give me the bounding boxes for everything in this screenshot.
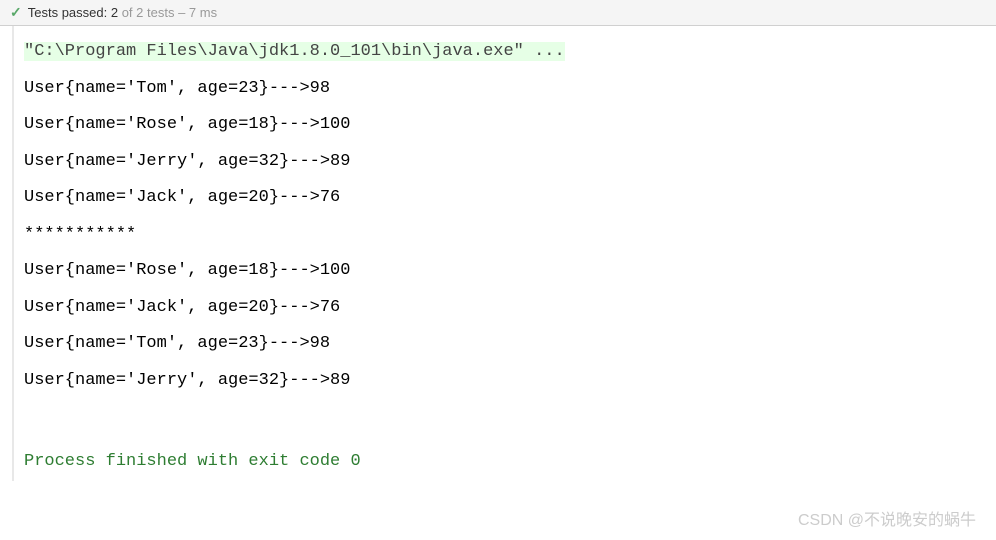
command-line-wrapper: "C:\Program Files\Java\jdk1.8.0_101\bin\… [24, 34, 996, 71]
java-command: "C:\Program Files\Java\jdk1.8.0_101\bin\… [24, 42, 565, 61]
output-line: User{name='Jerry', age=32}--->89 [24, 363, 996, 400]
process-exit-line: Process finished with exit code 0 [24, 444, 996, 481]
check-icon: ✓ [10, 4, 22, 21]
output-line: User{name='Jack', age=20}--->76 [24, 180, 996, 217]
tests-passed-prefix: Tests passed: [28, 5, 111, 20]
blank-line [24, 399, 996, 436]
output-line: User{name='Rose', age=18}--->100 [24, 253, 996, 290]
test-status-bar: ✓ Tests passed: 2 of 2 tests – 7 ms [0, 0, 996, 26]
output-line: User{name='Tom', age=23}--->98 [24, 71, 996, 108]
console-output[interactable]: "C:\Program Files\Java\jdk1.8.0_101\bin\… [12, 26, 996, 481]
output-line: User{name='Rose', age=18}--->100 [24, 107, 996, 144]
output-line: *********** [24, 217, 996, 254]
output-line: User{name='Jerry', age=32}--->89 [24, 144, 996, 181]
watermark: CSDN @不说晚安的蜗牛 [798, 506, 976, 530]
tests-passed-label: Tests passed: 2 of 2 tests – 7 ms [28, 5, 217, 20]
tests-total: of 2 tests [118, 5, 174, 20]
output-line: User{name='Tom', age=23}--->98 [24, 326, 996, 363]
output-line: User{name='Jack', age=20}--->76 [24, 290, 996, 327]
tests-duration: – 7 ms [174, 5, 217, 20]
tests-passed-count: 2 [111, 5, 118, 20]
